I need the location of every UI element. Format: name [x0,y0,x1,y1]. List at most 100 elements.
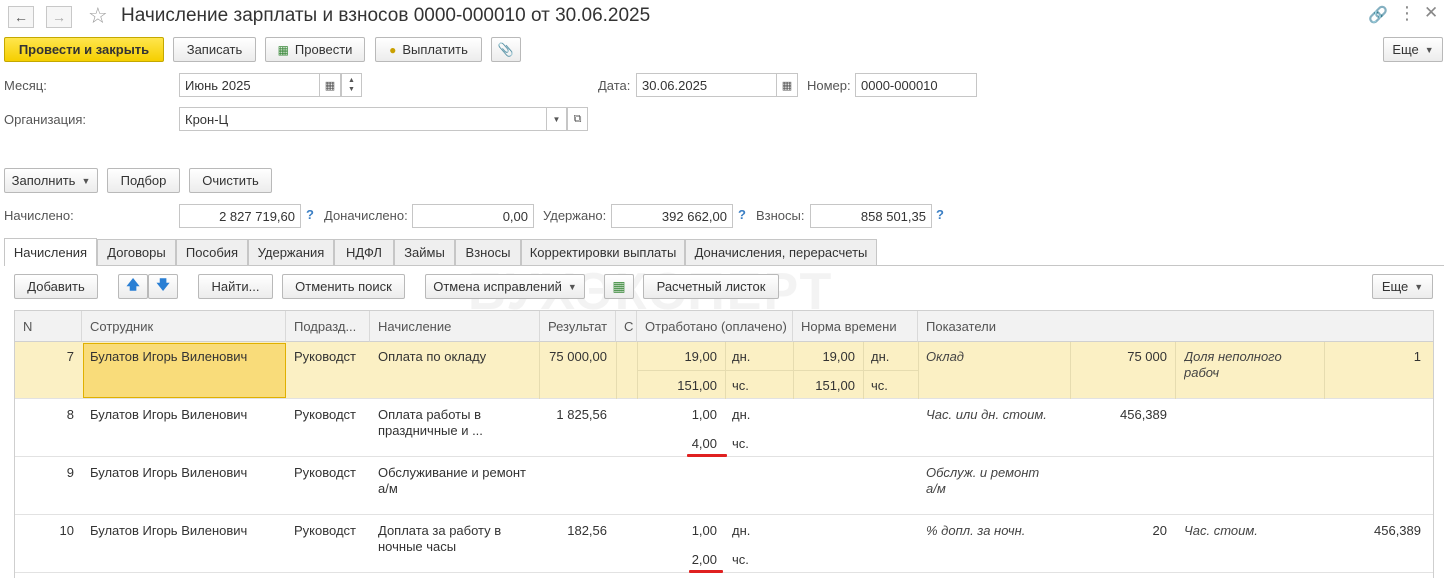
row-result[interactable]: 75 000,00 [540,349,607,365]
table-settings-button[interactable]: ▦ [604,274,634,299]
back-button[interactable]: ← [8,6,34,28]
month-calendar-button[interactable]: ▦ [319,73,341,97]
attach-button[interactable]: 📎 [491,37,521,62]
column-header-result[interactable]: Результат [540,311,616,342]
row-employee[interactable]: Булатов Игорь Виленович [90,465,247,481]
month-spinner[interactable]: ▲ ▼ [341,73,362,97]
column-header-employee[interactable]: Сотрудник [82,311,286,342]
column-header-department[interactable]: Подразд... [286,311,370,342]
number-input[interactable]: 0000-000010 [855,73,977,97]
row-indicator-value[interactable]: 75 000 [1070,349,1167,365]
month-input[interactable]: Июнь 2025 [179,73,320,97]
caret-down-icon: ▼ [567,281,577,292]
cancel-search-button[interactable]: Отменить поиск [282,274,405,299]
pick-button[interactable]: Подбор [107,168,180,193]
forward-button[interactable]: → [46,6,72,28]
row-accrual[interactable]: Оплата работы в [378,407,481,423]
accruals-table[interactable]: N Сотрудник Подразд... Начисление Резуль… [14,310,1434,578]
save-button[interactable]: Записать [173,37,256,62]
spin-up-icon: ▲ [348,77,355,84]
coins-icon: ● [389,42,397,57]
row-worked-hours[interactable]: 2,00 [637,552,717,568]
row-indicator-value[interactable]: 456,389 [1070,407,1167,423]
table-row[interactable]: 9 Булатов Игорь Виленович Руководст Обсл… [15,457,1433,515]
column-header-extra[interactable]: С [616,311,637,342]
favorite-star-icon[interactable]: ☆ [88,3,108,29]
row-indicator-name: Оклад [926,349,964,364]
accrued-help-icon[interactable]: ? [306,207,314,222]
close-icon[interactable]: ✕ [1424,3,1438,23]
date-input[interactable]: 30.06.2025 [636,73,777,97]
row-accrual-line2: ночные часы [378,539,457,554]
cancel-corrections-button[interactable]: Отмена исправлений ▼ [425,274,585,299]
row-indicator-value[interactable]: 20 [1070,523,1167,539]
row-norm-hours[interactable]: 151,00 [793,378,855,394]
contributions-help-icon[interactable]: ? [936,207,944,222]
tab-accruals[interactable]: Начисления [4,238,97,266]
row-worked-days[interactable]: 1,00 [637,407,717,423]
calendar-icon: ▦ [781,79,793,92]
paperclip-icon: 📎 [497,41,515,57]
row-result[interactable]: 1 825,56 [540,407,607,423]
organization-dropdown-button[interactable]: ▼ [546,107,567,131]
move-up-button[interactable]: 🡅 [118,274,148,299]
arrow-down-icon: 🡇 [156,276,170,292]
tab-benefits[interactable]: Пособия [176,239,248,265]
post-and-close-button[interactable]: Провести и закрыть [4,37,164,62]
move-down-button[interactable]: 🡇 [148,274,178,299]
row-employee[interactable]: Булатов Игорь Виленович [90,523,247,539]
add-row-button[interactable]: Добавить [14,274,98,299]
organization-open-button[interactable]: ⧉ [567,107,588,131]
link-icon[interactable]: 🔗 [1368,5,1388,25]
row-accrual[interactable]: Обслуживание и ремонт [378,465,526,481]
row-department[interactable]: Руководст [294,407,366,423]
row-accrual-line2: праздничные и ... [378,423,483,438]
tab-loans[interactable]: Займы [394,239,455,265]
withheld-help-icon[interactable]: ? [738,207,746,222]
row-accrual[interactable]: Доплата за работу в [378,523,501,539]
find-button[interactable]: Найти... [198,274,273,299]
row-employee[interactable]: Булатов Игорь Виленович [90,349,247,365]
row-department[interactable]: Руководст [294,465,366,481]
clear-button[interactable]: Очистить [189,168,272,193]
row-worked-days-unit: дн. [732,349,751,364]
table-more-button[interactable]: Еще ▼ [1372,274,1433,299]
column-header-worked[interactable]: Отработано (оплачено) [637,311,793,342]
row-indicator2-value[interactable]: 1 [1324,349,1421,365]
row-department[interactable]: Руководст [294,523,366,539]
organization-input[interactable]: Крон-Ц [179,107,547,131]
kebab-menu-icon[interactable]: ⋮ [1398,3,1416,24]
row-accrual[interactable]: Оплата по окладу [378,349,486,365]
row-worked-hours[interactable]: 151,00 [637,378,717,394]
column-header-norm[interactable]: Норма времени [793,311,918,342]
row-indicator2-value[interactable]: 456,389 [1324,523,1421,539]
cell-divider [918,342,919,399]
more-button[interactable]: Еще ▼ [1383,37,1443,62]
spin-down-icon: ▼ [348,86,355,93]
row-worked-hours[interactable]: 4,00 [637,436,717,452]
caret-down-icon: ▼ [1424,44,1434,55]
tab-ndfl[interactable]: НДФЛ [334,239,394,265]
post-button[interactable]: ▦ Провести [265,37,365,62]
payslip-button[interactable]: Расчетный листок [643,274,779,299]
arrow-left-icon: ← [14,9,28,25]
row-norm-days[interactable]: 19,00 [793,349,855,365]
tab-deductions[interactable]: Удержания [248,239,334,265]
row-accrual-line2: а/м [378,481,398,496]
row-worked-days[interactable]: 1,00 [637,523,717,539]
column-header-n[interactable]: N [15,311,82,342]
row-department[interactable]: Руководст [294,349,366,365]
row-result[interactable]: 182,56 [540,523,607,539]
tab-contracts[interactable]: Договоры [97,239,176,265]
column-header-accrual[interactable]: Начисление [370,311,540,342]
pay-button[interactable]: ● Выплатить [375,37,482,62]
row-employee[interactable]: Булатов Игорь Виленович [90,407,247,423]
table-row[interactable]: 10 Булатов Игорь Виленович Руководст Доп… [15,515,1433,573]
row-worked-days[interactable]: 19,00 [637,349,717,365]
column-header-indicators[interactable]: Показатели [918,311,1433,342]
table-row[interactable]: 7 Булатов Игорь Виленович Руководст Опла… [15,342,1433,399]
table-row[interactable]: 8 Булатов Игорь Виленович Руководст Опла… [15,399,1433,457]
caret-down-icon: ▼ [552,114,561,124]
fill-button[interactable]: Заполнить ▼ [4,168,98,193]
date-calendar-button[interactable]: ▦ [776,73,798,97]
